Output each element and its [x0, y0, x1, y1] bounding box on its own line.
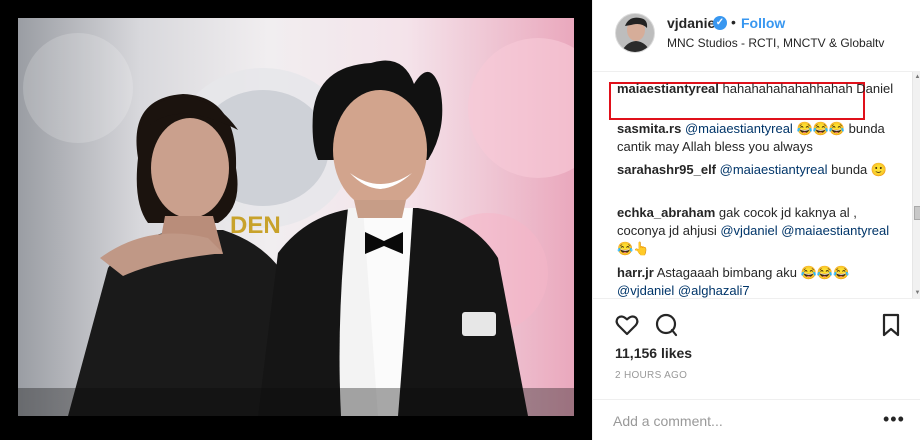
comment-item: sarahashr95_elf @maiaestiantyreal bunda …: [617, 161, 897, 179]
comment-item: maiaestiantyreal hahahahahahahhahah Dani…: [617, 80, 897, 98]
comment-text: Astagaaah bimbang aku: [656, 265, 797, 280]
backdrop-logo-text: DEN: [230, 212, 281, 239]
comment-item: echka_abraham gak cocok jd kaknya al , c…: [617, 204, 897, 258]
post-actions: 11,156 likes 2 HOURS AGO •••: [593, 298, 920, 440]
comment-composer: •••: [593, 399, 920, 440]
heart-icon[interactable]: [613, 311, 641, 339]
laughing-emoji-icon: 😂😂😂: [796, 121, 845, 136]
post-photo[interactable]: DEN: [18, 18, 574, 416]
comment-username[interactable]: sasmita.rs: [617, 121, 681, 136]
more-options-icon[interactable]: •••: [883, 410, 905, 428]
smile-emoji-icon: 🙂: [870, 162, 888, 177]
comment-username[interactable]: sarahashr95_elf: [617, 162, 716, 177]
follow-button[interactable]: Follow: [741, 15, 785, 31]
comment-mention[interactable]: @alghazali7: [678, 283, 750, 298]
avatar-image: [616, 14, 654, 52]
comments-scrollbar[interactable]: ▲ ▼: [912, 72, 920, 298]
verified-badge-icon: ✓: [713, 16, 727, 30]
comment-username[interactable]: echka_abraham: [617, 205, 715, 220]
post-sidebar: vjdaniel ✓ • Follow MNC Studios - RCTI, …: [592, 0, 920, 440]
comment-username[interactable]: maiaestiantyreal: [617, 81, 719, 96]
comment-item: sasmita.rs @maiaestiantyreal 😂😂😂 bunda c…: [617, 120, 897, 156]
comment-mention[interactable]: @maiaestiantyreal: [720, 162, 828, 177]
comment-mention[interactable]: @maiaestiantyreal: [685, 121, 793, 136]
likes-count[interactable]: 11,156 likes: [615, 345, 692, 361]
comments-list: maiaestiantyreal hahahahahahahhahah Dani…: [593, 72, 920, 298]
comment-mention[interactable]: @vjdaniel: [617, 283, 674, 298]
avatar[interactable]: [615, 13, 655, 53]
add-comment-input[interactable]: [613, 410, 863, 432]
comment-icon[interactable]: [653, 311, 681, 339]
photo-illustration: DEN: [18, 33, 574, 416]
post-header: vjdaniel ✓ • Follow MNC Studios - RCTI, …: [593, 0, 920, 72]
post-photo-panel: DEN: [0, 0, 592, 440]
comment-text: hahahahahahahhahah Daniel: [722, 81, 894, 96]
laughing-pointing-emoji-icon: 😂👆: [617, 241, 650, 256]
location-link[interactable]: MNC Studios - RCTI, MNCTV & Globaltv: [667, 36, 884, 50]
comment-mention[interactable]: @vjdaniel: [720, 223, 777, 238]
header-separator: •: [731, 14, 736, 30]
scroll-up-icon[interactable]: ▲: [913, 72, 920, 82]
comment-mention[interactable]: @maiaestiantyreal: [781, 223, 889, 238]
comment-text: bunda: [831, 162, 868, 177]
username[interactable]: vjdaniel: [667, 15, 719, 31]
post-time[interactable]: 2 HOURS AGO: [615, 370, 687, 381]
comment-username[interactable]: harr.jr: [617, 265, 654, 280]
comment-item: harr.jr Astagaaah bimbang aku 😂😂😂 @vjdan…: [617, 264, 897, 298]
bookmark-icon[interactable]: [877, 311, 905, 339]
scroll-down-icon[interactable]: ▼: [913, 288, 920, 298]
scroll-thumb[interactable]: [914, 206, 920, 220]
laughing-emoji-icon: 😂😂😂: [800, 265, 850, 280]
